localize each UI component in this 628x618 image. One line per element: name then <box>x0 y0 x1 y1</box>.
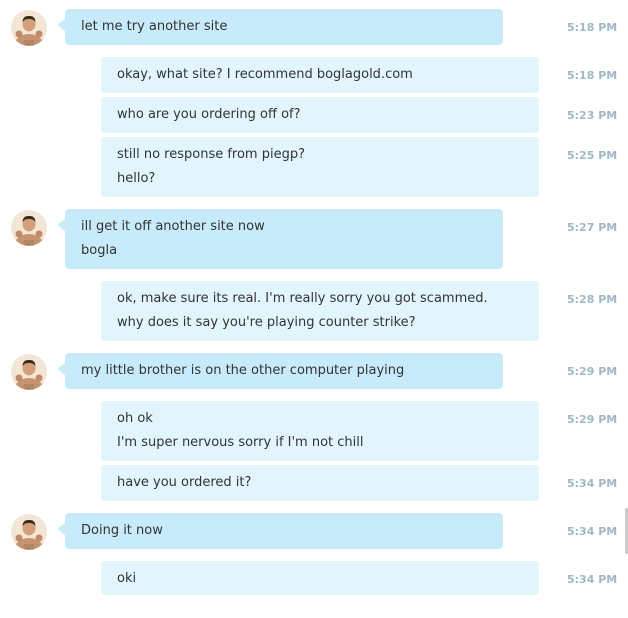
incoming-message-bubble[interactable]: let me try another site <box>57 9 503 45</box>
message-text: bogla <box>81 243 118 258</box>
message-timestamp: 5:34 PM <box>567 573 618 586</box>
message-text: who are you ordering off of? <box>117 107 301 122</box>
message-timestamp: 5:34 PM <box>567 525 618 538</box>
contact-avatar[interactable] <box>11 514 47 550</box>
message-text: ok, make sure its real. I'm really sorry… <box>117 291 488 306</box>
user-avatar-icon <box>11 10 47 46</box>
message-text: Doing it now <box>81 523 163 538</box>
outgoing-message-bubble[interactable]: still no response from piegp? hello? <box>101 137 539 197</box>
user-avatar-icon <box>11 514 47 550</box>
contact-avatar[interactable] <box>11 354 47 390</box>
message-text: why does it say you're playing counter s… <box>117 315 416 330</box>
message-timestamp: 5:25 PM <box>567 149 618 162</box>
message-text: let me try another site <box>81 19 228 34</box>
message-text: hello? <box>117 171 156 186</box>
message-timestamp: 5:29 PM <box>567 413 618 426</box>
message-text: I'm super nervous sorry if I'm not chill <box>117 435 364 450</box>
user-avatar-icon <box>11 210 47 246</box>
chat-conversation: let me try another site 5:18 PM okay, what… <box>0 0 628 618</box>
contact-avatar[interactable] <box>11 10 47 46</box>
message-timestamp: 5:18 PM <box>567 69 618 82</box>
message-timestamp: 5:28 PM <box>567 293 618 306</box>
incoming-message-bubble[interactable]: Doing it now <box>57 513 503 549</box>
message-timestamp: 5:18 PM <box>567 21 618 34</box>
incoming-message-bubble[interactable]: ill get it off another site now bogla <box>57 209 503 269</box>
message-text: ill get it off another site now <box>81 219 265 234</box>
message-timestamp: 5:34 PM <box>567 477 618 490</box>
message-text: oki <box>117 571 137 586</box>
outgoing-message-bubble[interactable]: who are you ordering off of? <box>101 97 539 133</box>
outgoing-message-bubble[interactable]: oki <box>101 561 539 595</box>
outgoing-message-bubble[interactable]: ok, make sure its real. I'm really sorry… <box>101 281 539 341</box>
message-text: still no response from piegp? <box>117 147 305 162</box>
incoming-message-bubble[interactable]: my little brother is on the other comput… <box>57 353 503 389</box>
outgoing-message-bubble[interactable]: have you ordered it? <box>101 465 539 501</box>
message-text: okay, what site? I recommend boglagold.c… <box>117 67 413 82</box>
outgoing-message-bubble[interactable]: okay, what site? I recommend boglagold.c… <box>101 57 539 93</box>
message-text: my little brother is on the other comput… <box>81 363 405 378</box>
user-avatar-icon <box>11 354 47 390</box>
message-text: oh ok <box>117 411 153 426</box>
message-text: have you ordered it? <box>117 475 252 490</box>
message-timestamp: 5:29 PM <box>567 365 618 378</box>
outgoing-message-bubble[interactable]: oh ok I'm super nervous sorry if I'm not … <box>101 401 539 461</box>
contact-avatar[interactable] <box>11 210 47 246</box>
message-timestamp: 5:27 PM <box>567 221 618 234</box>
message-timestamp: 5:23 PM <box>567 109 618 122</box>
